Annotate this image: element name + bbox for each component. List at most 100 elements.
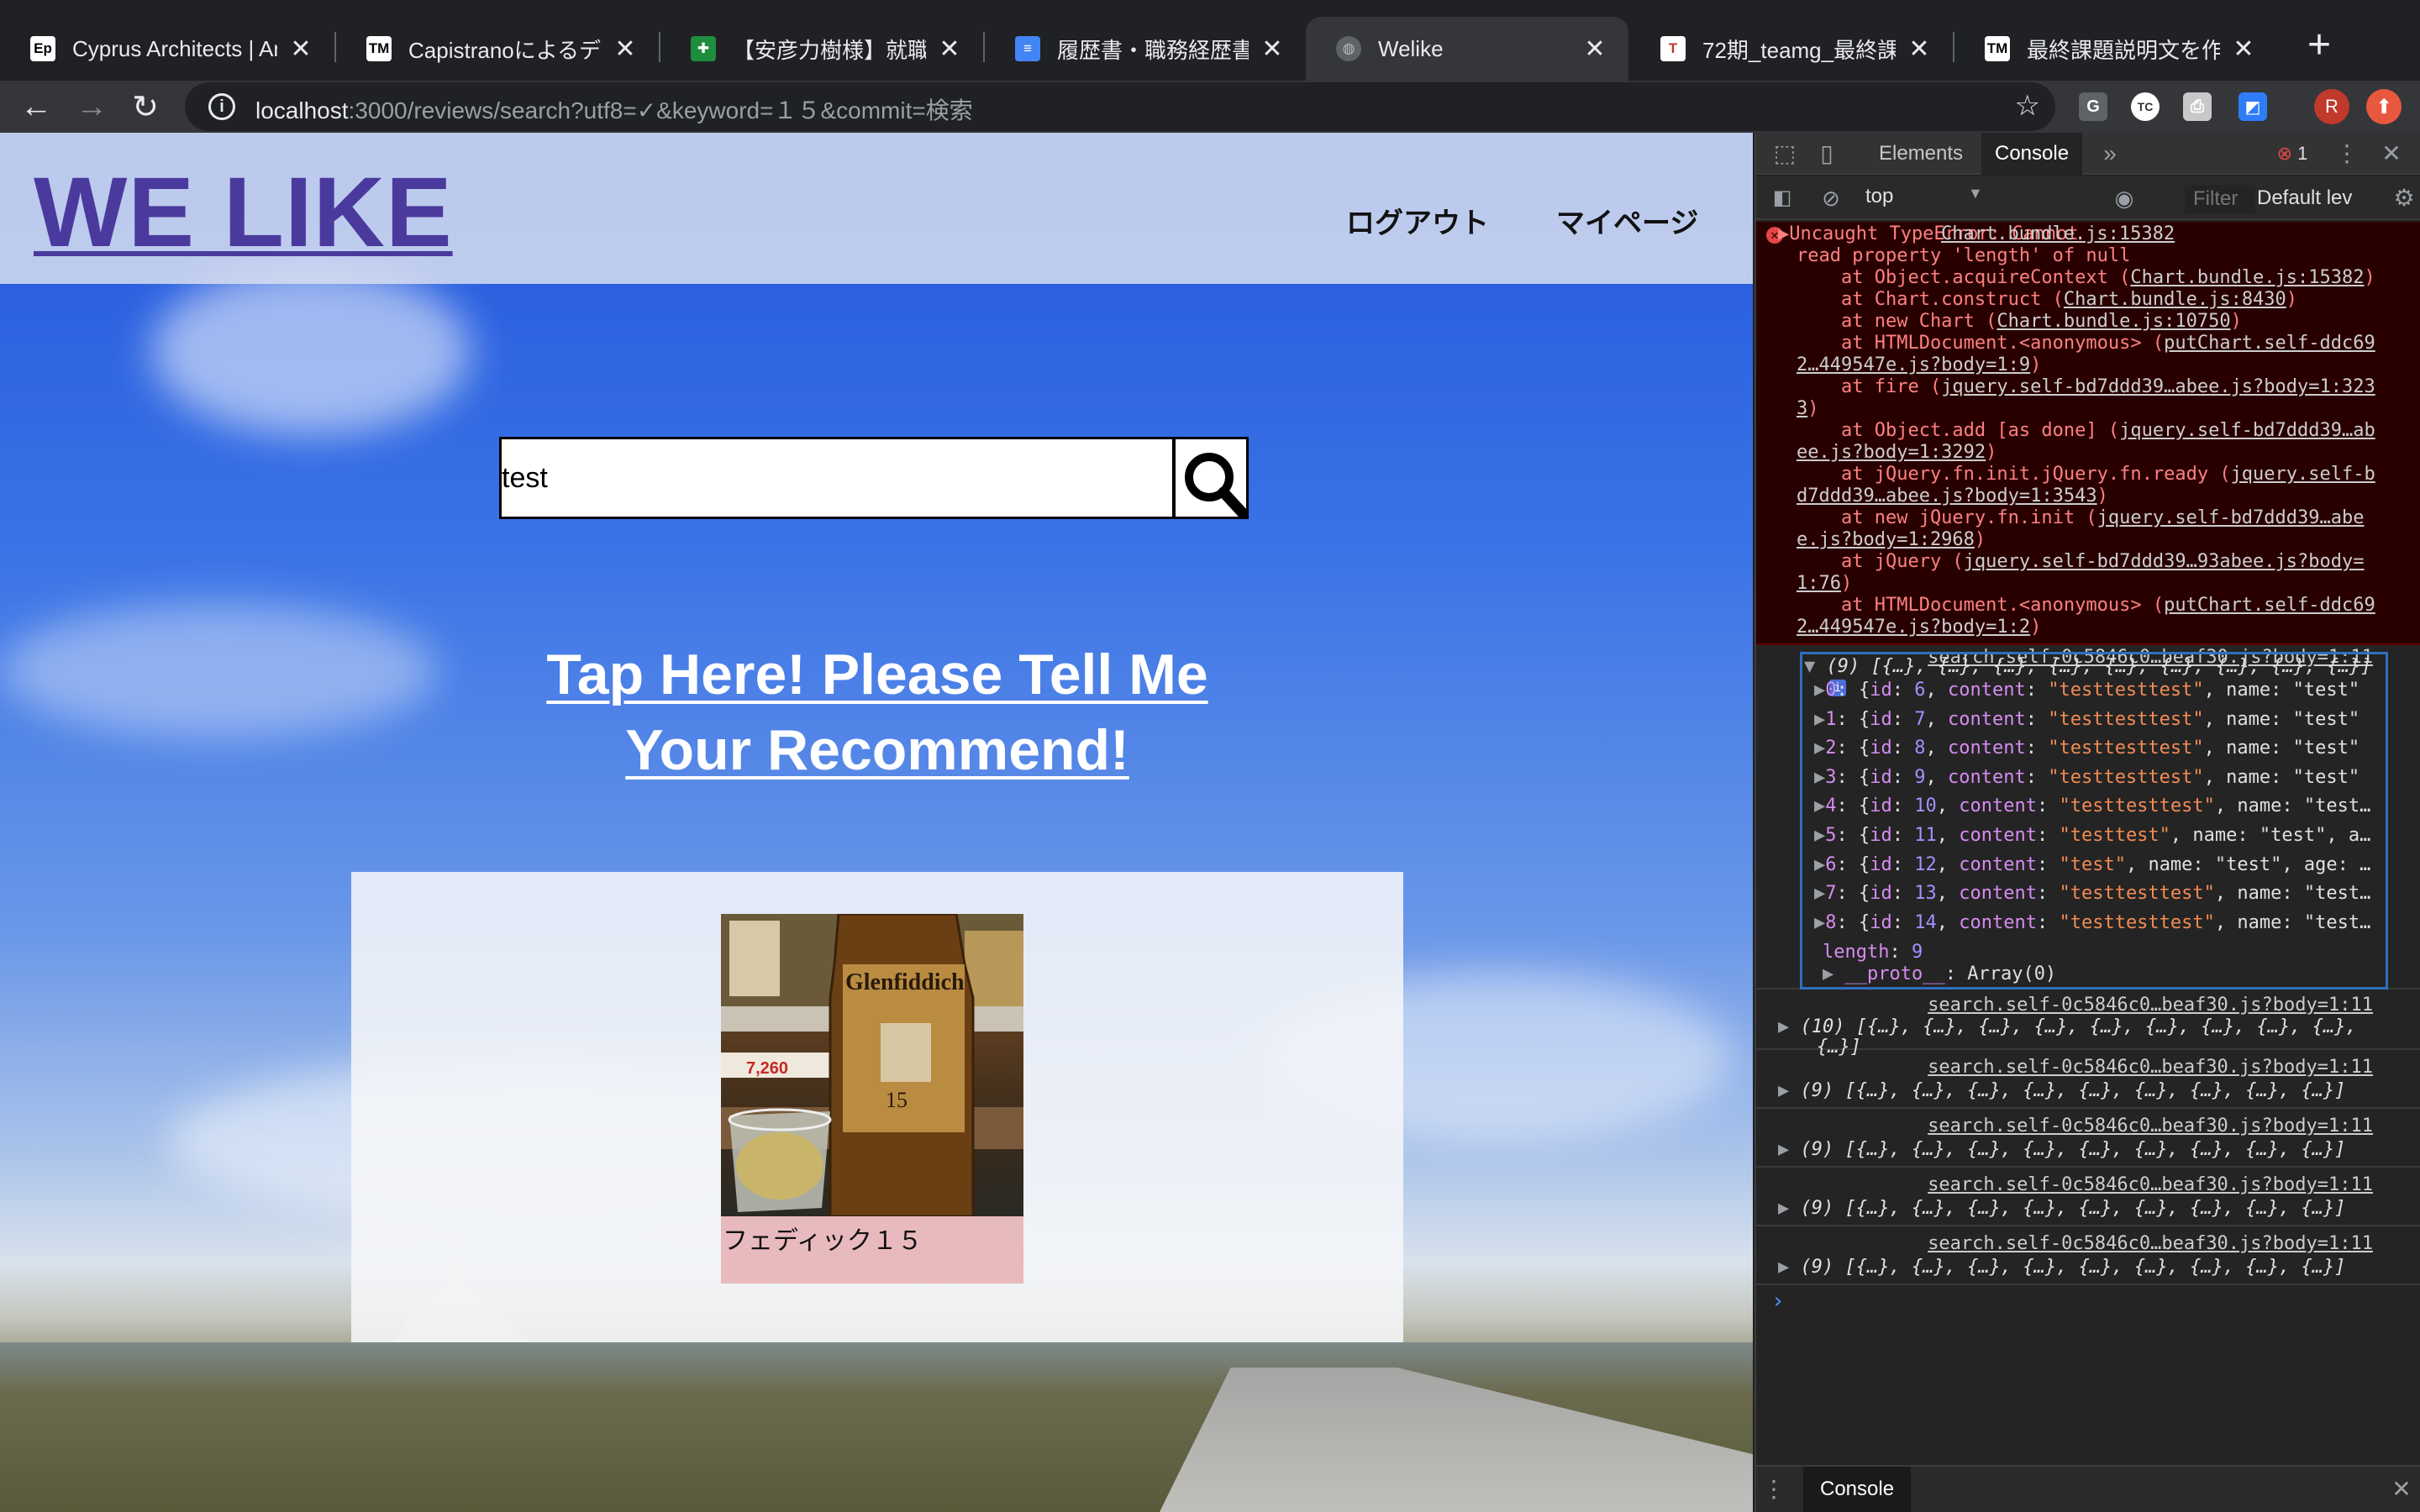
search-button[interactable] [1173, 437, 1249, 519]
screen-extension-icon[interactable]: ◩ [2238, 92, 2267, 121]
browser-tab[interactable]: TM 最終課題説明文を作成しよ ✕ [1954, 17, 2277, 81]
expand-triangle-icon[interactable]: ▶ [1814, 795, 1825, 816]
log-source-link[interactable]: search.self-0c5846c0…beaf30.js?body=1:11 [1928, 1233, 2373, 1255]
reload-icon[interactable]: ↻ [124, 81, 166, 133]
search-input[interactable] [499, 437, 1175, 519]
drawer-tab-console[interactable]: Console [1803, 1467, 1912, 1512]
stack-source-link[interactable]: jquery.self-bd7ddd39…abe [2097, 507, 2365, 528]
stack-source-link[interactable]: putChart.self-ddc69 [2164, 333, 2375, 354]
stack-source-link[interactable]: Chart.bundle.js:8430 [2064, 289, 2286, 310]
array-item-row[interactable]: ▶7: {id: 13, content: "testtesttest", na… [1814, 883, 2370, 905]
update-icon[interactable]: ⬆ [2366, 89, 2402, 124]
profile-avatar[interactable]: R [2314, 89, 2349, 124]
tab-console[interactable]: Console [1981, 133, 2083, 175]
address-bar[interactable]: i localhost:3000/reviews/search?utf8=✓&k… [185, 82, 2055, 131]
stack-source-link[interactable]: jquery.self-bd7ddd39…ab [2119, 420, 2375, 441]
stack-source-link[interactable]: ee.js?body=1:3292 [1797, 442, 1986, 463]
device-toolbar-icon[interactable]: ▯ [1812, 133, 1842, 175]
expand-triangle-icon[interactable]: ▶ [1814, 854, 1825, 875]
expand-triangle-icon[interactable]: ▶ [1814, 738, 1825, 759]
collapse-triangle-icon[interactable]: ▼ [1804, 656, 1815, 677]
expand-triangle-icon[interactable]: ▶ [1814, 912, 1825, 933]
log-source-link[interactable]: search.self-0c5846c0…beaf30.js?body=1:11 [1928, 995, 2373, 1016]
proto-row[interactable]: ▶ __proto__: Array(0) [1823, 963, 2056, 985]
browser-tab[interactable]: Ep Cyprus Architects | Arc ✕ [0, 17, 334, 81]
log-level-selector[interactable]: Default lev [2257, 186, 2352, 210]
mypage-link[interactable]: マイページ [1556, 200, 1698, 241]
close-drawer-icon[interactable]: ✕ [2386, 1467, 2417, 1512]
close-icon[interactable]: ✕ [936, 34, 963, 64]
stack-source-link[interactable]: jquery.self-bd7ddd39…abee.js?body=1:323 [1941, 376, 2375, 397]
close-icon[interactable]: ✕ [1581, 34, 1608, 64]
error-counter[interactable]: ⊗ 1 [2267, 133, 2317, 175]
sidebar-toggle-icon[interactable]: ◧ [1768, 176, 1797, 220]
array-item-row[interactable]: ▶0: {id: 6, content: "testtesttest", nam… [1814, 680, 2360, 701]
recommend-link[interactable]: Tap Here! Please Tell Me Your Recommend! [424, 637, 1331, 788]
inspect-element-icon[interactable]: ⬚ [1770, 133, 1800, 175]
expand-triangle-icon[interactable]: ▶ [1778, 1257, 1789, 1278]
logout-link[interactable]: ログアウト [1346, 200, 1489, 241]
stack-source-link[interactable]: 2…449547e.js?body=1:2 [1797, 617, 2030, 638]
expand-triangle-icon[interactable]: ▶ [1778, 1139, 1789, 1160]
close-icon[interactable]: ✕ [287, 34, 314, 64]
stack-source-link[interactable]: jquery.self-bd7ddd39…93abee.js?body= [1964, 551, 2365, 572]
back-icon[interactable]: ← [15, 81, 57, 133]
url-text[interactable]: localhost:3000/reviews/search?utf8=✓&key… [255, 92, 973, 126]
context-selector[interactable]: top ▼ [1865, 185, 1983, 212]
stack-source-link[interactable]: Chart.bundle.js:10750 [1996, 311, 2230, 332]
grammarly-extension-icon[interactable]: G [2079, 92, 2107, 121]
console-log-entry[interactable]: search.self-0c5846c0…beaf30.js?body=1:11… [1756, 991, 2420, 1058]
console-log-entry[interactable]: search.self-0c5846c0…beaf30.js?body=1:11… [1756, 1110, 2420, 1168]
stack-source-link[interactable]: 3 [1797, 398, 1807, 419]
stack-source-link[interactable]: 1:76 [1797, 573, 1841, 594]
array-summary[interactable]: ▼ (9) [{…}, {…}, {…}, {…}, {…}, {…}, {…}… [1804, 656, 2372, 678]
log-source-link[interactable]: search.self-0c5846c0…beaf30.js?body=1:11 [1928, 1057, 2373, 1079]
expand-triangle-icon[interactable]: ▶ [1814, 825, 1825, 846]
site-logo[interactable]: WE LIKE [34, 160, 453, 265]
tab-elements[interactable]: Elements [1865, 133, 1976, 175]
browser-tab[interactable]: T 72期_teamg_最終課題バ ✕ [1630, 17, 1953, 81]
expand-triangle-icon[interactable]: ▶ [1778, 1080, 1789, 1101]
array-item-row[interactable]: ▶8: {id: 14, content: "testtesttest", na… [1814, 912, 2370, 934]
review-card[interactable]: 7,260 Glenfiddich 15 フェディック１５ [721, 914, 1023, 1284]
forward-icon[interactable]: → [71, 81, 113, 133]
close-devtools-icon[interactable]: ✕ [2376, 133, 2407, 175]
printer-extension-icon[interactable]: ⎙ [2183, 92, 2212, 121]
close-icon[interactable]: ✕ [612, 34, 639, 64]
browser-tab[interactable]: ≡ 履歴書・職務経歴書【安彦 ✕ [985, 17, 1306, 81]
expand-triangle-icon[interactable]: ▶ [1823, 963, 1833, 984]
array-item-row[interactable]: ▶4: {id: 10, content: "testtesttest", na… [1814, 795, 2370, 817]
browser-tab[interactable]: ✚ 【安彦力樹様】就職活動用 ✕ [660, 17, 983, 81]
console-log-entry[interactable]: search.self-0c5846c0…beaf30.js?body=1:11… [1756, 1169, 2420, 1226]
more-tabs-icon[interactable]: » [2097, 133, 2123, 175]
stack-source-link[interactable]: d7ddd39…abee.js?body=1:3543 [1797, 486, 2097, 507]
array-item-row[interactable]: ▶2: {id: 8, content: "testtesttest", nam… [1814, 738, 2360, 759]
expand-triangle-icon[interactable]: ▶ [1778, 1016, 1789, 1037]
expand-triangle-icon[interactable]: ▶ [1814, 767, 1825, 788]
console-prompt-icon[interactable]: › [1771, 1290, 1785, 1312]
array-item-row[interactable]: ▶1: {id: 7, content: "testtesttest", nam… [1814, 709, 2360, 731]
stack-source-link[interactable]: jquery.self-b [2231, 464, 2375, 485]
expand-triangle-icon[interactable]: ▶ [1814, 883, 1825, 904]
stack-source-link[interactable]: Chart.bundle.js:15382 [2130, 267, 2364, 288]
stack-source-link[interactable]: e.js?body=1:2968 [1797, 529, 1975, 550]
close-icon[interactable]: ✕ [1259, 34, 1286, 64]
array-item-row[interactable]: ▶6: {id: 12, content: "test", name: "tes… [1814, 854, 2370, 876]
browser-tab[interactable]: TM Capistranoによるデプロ ✕ [336, 17, 659, 81]
console-log-entry[interactable]: search.self-0c5846c0…beaf30.js?body=1:11… [1756, 1052, 2420, 1109]
kebab-menu-icon[interactable]: ⋮ [2334, 133, 2360, 175]
array-item-row[interactable]: ▶3: {id: 9, content: "testtesttest", nam… [1814, 767, 2360, 789]
browser-tab-active[interactable]: ◍ Welike ✕ [1306, 17, 1628, 81]
console-filter-input[interactable] [2185, 185, 2255, 213]
close-icon[interactable]: ✕ [1906, 34, 1933, 64]
array-item-row[interactable]: ▶5: {id: 11, content: "testtest", name: … [1814, 825, 2370, 847]
stack-source-link[interactable]: putChart.self-ddc69 [2164, 595, 2375, 616]
tc-extension-icon[interactable]: TC [2131, 92, 2160, 121]
console-log-entry[interactable]: search.self-0c5846c0…beaf30.js?body=1:11… [1756, 1228, 2420, 1285]
expand-triangle-icon[interactable]: ▶ [1814, 709, 1825, 730]
expand-triangle-icon[interactable]: ▶ [1814, 680, 1825, 701]
log-source-link[interactable]: search.self-0c5846c0…beaf30.js?body=1:11 [1928, 1116, 2373, 1137]
close-icon[interactable]: ✕ [2230, 34, 2257, 64]
info-icon[interactable]: i [208, 93, 235, 120]
drawer-menu-icon[interactable]: ⋮ [1761, 1467, 1786, 1512]
